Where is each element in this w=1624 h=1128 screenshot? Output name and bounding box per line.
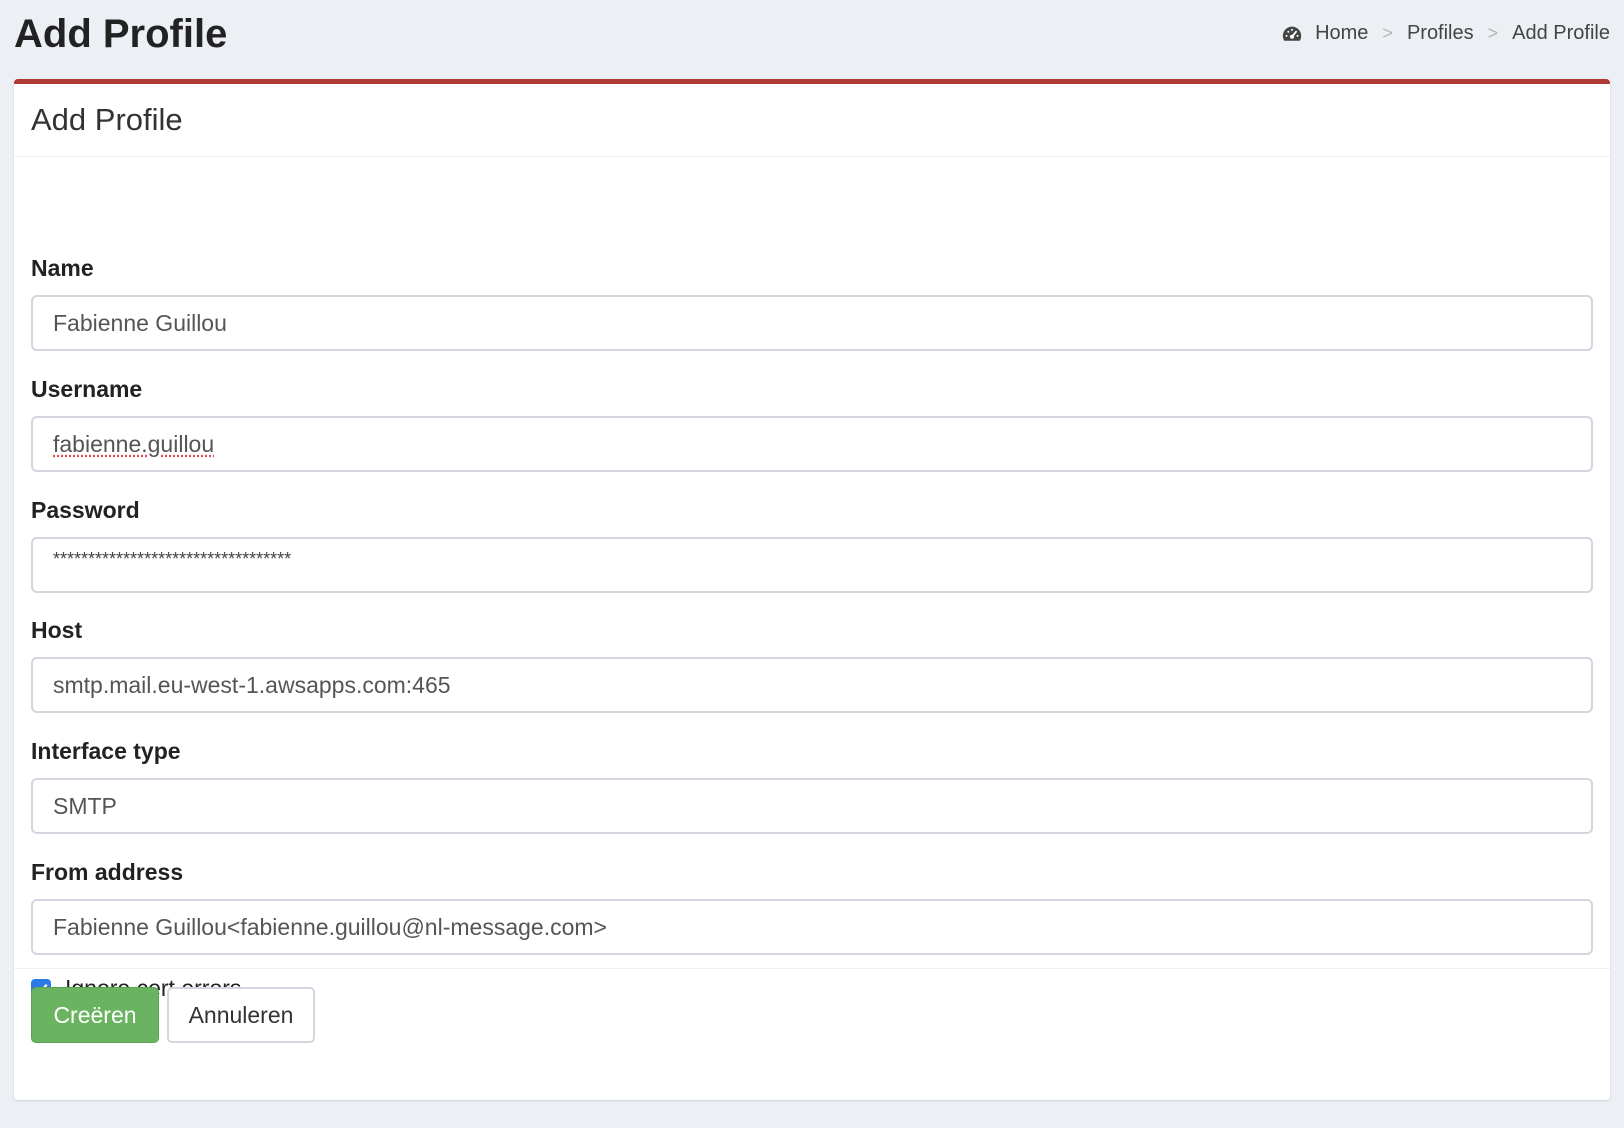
breadcrumb-home-label: Home: [1315, 22, 1369, 44]
username-group: Username fabienne.guillou: [31, 374, 1593, 472]
from-address-label: From address: [31, 859, 184, 885]
host-label: Host: [31, 617, 83, 643]
username-label: Username: [31, 376, 143, 402]
name-label: Name: [31, 255, 94, 281]
host-input[interactable]: [31, 657, 1593, 713]
box-footer: Creëren Annuleren: [14, 968, 1610, 1065]
password-input[interactable]: **********************************: [31, 537, 1593, 593]
host-group: Host: [31, 615, 1593, 713]
name-group: Name: [31, 253, 1593, 351]
breadcrumb-home[interactable]: Home: [1281, 22, 1368, 45]
from-address-group: From address: [31, 857, 1593, 955]
profile-form: Name Username fabienne.guillou Password …: [14, 157, 1610, 1001]
create-button[interactable]: Creëren: [31, 987, 159, 1043]
password-value: **********************************: [53, 549, 292, 569]
box-title: Add Profile: [31, 102, 183, 137]
breadcrumb: Home > Profiles > Add Profile: [1281, 22, 1610, 45]
from-address-input[interactable]: [31, 899, 1593, 955]
breadcrumb-add-profile: Add Profile: [1512, 22, 1610, 44]
password-label: Password: [31, 497, 140, 523]
name-input[interactable]: [31, 295, 1593, 351]
username-input[interactable]: fabienne.guillou: [31, 416, 1593, 472]
cancel-button[interactable]: Annuleren: [167, 987, 315, 1043]
box-header: Add Profile: [14, 84, 1610, 157]
username-value: fabienne.guillou: [53, 430, 215, 457]
password-group: Password *******************************…: [31, 495, 1593, 593]
breadcrumb-profiles[interactable]: Profiles: [1407, 22, 1474, 45]
breadcrumb-separator: >: [1382, 23, 1393, 43]
page-title: Add Profile: [14, 12, 228, 56]
dashboard-icon: [1282, 26, 1302, 41]
interface-type-group: Interface type: [31, 736, 1593, 834]
page-header: Add Profile Home > Profiles > Add Profil…: [14, 0, 1610, 78]
interface-type-input[interactable]: [31, 778, 1593, 834]
breadcrumb-separator: >: [1487, 23, 1499, 43]
interface-type-label: Interface type: [31, 738, 181, 764]
add-profile-box: Add Profile Name Username fabienne.guill…: [14, 79, 1610, 1100]
